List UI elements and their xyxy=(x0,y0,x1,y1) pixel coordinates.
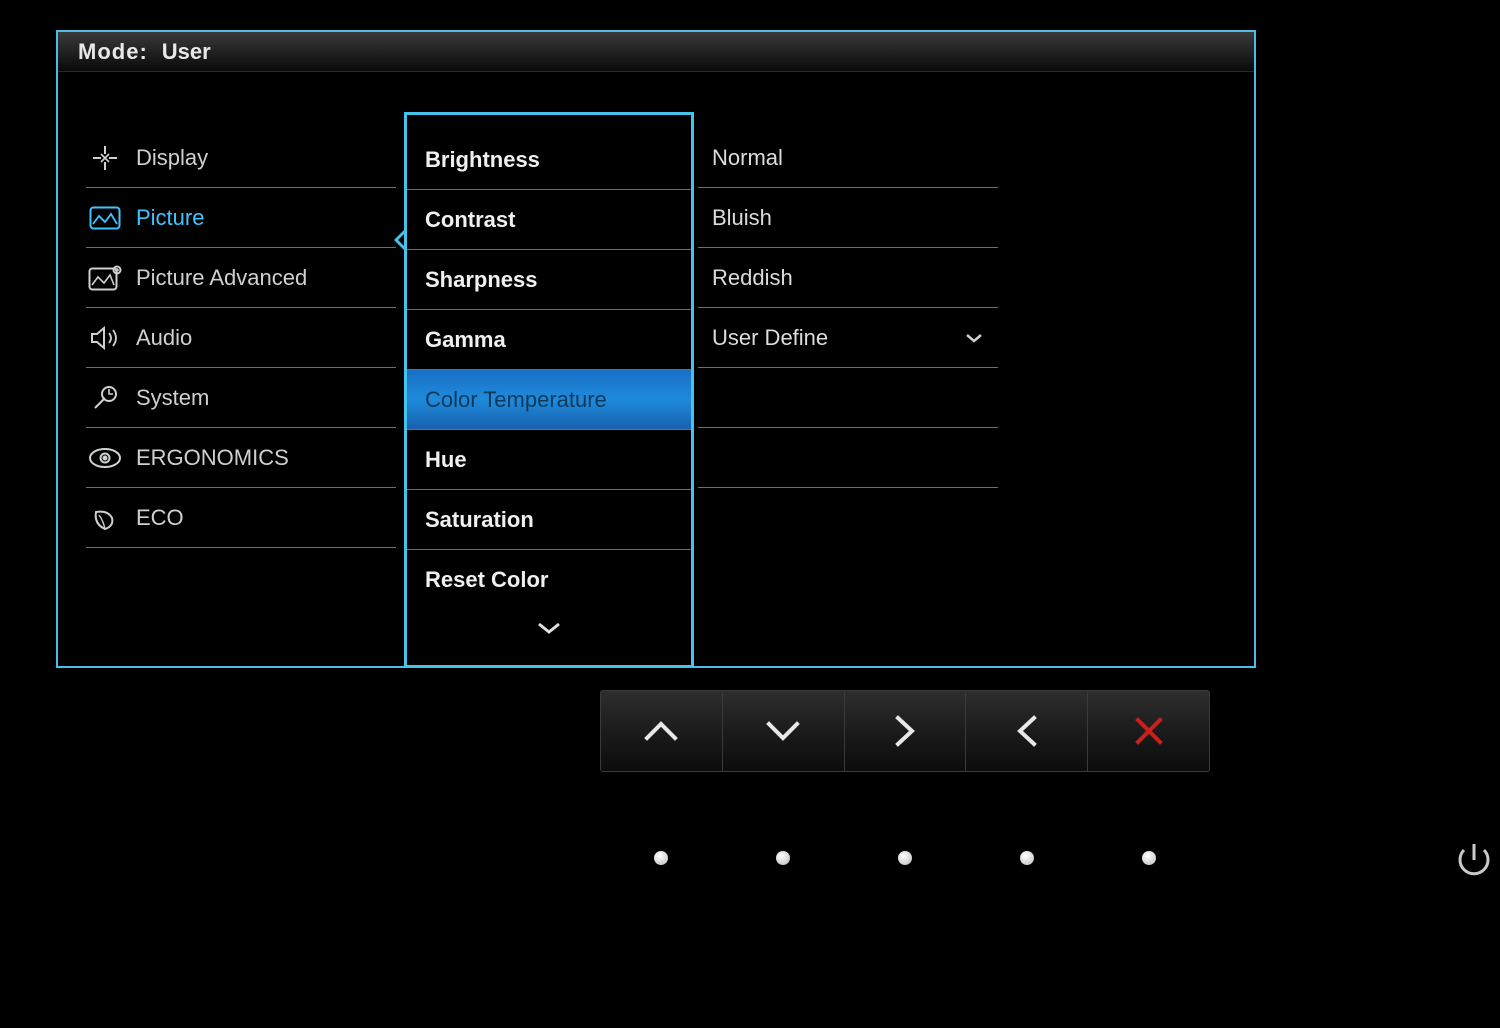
sub-label: Contrast xyxy=(425,207,515,233)
system-icon xyxy=(86,383,124,413)
display-icon xyxy=(86,143,124,173)
nav-up[interactable] xyxy=(601,691,723,771)
picture-icon xyxy=(86,203,124,233)
chevron-right-icon xyxy=(890,714,920,748)
sub-label: Gamma xyxy=(425,327,506,353)
menu-item-picture[interactable]: Picture xyxy=(86,188,396,248)
picture-advanced-icon xyxy=(86,263,124,293)
main-menu: Display Picture xyxy=(86,128,396,548)
menu-item-display[interactable]: Display xyxy=(86,128,396,188)
nav-left[interactable] xyxy=(966,691,1088,771)
chevron-down-icon xyxy=(536,620,562,636)
indicator-dot xyxy=(898,851,912,865)
nav-cancel[interactable] xyxy=(1088,691,1209,771)
option-label: Normal xyxy=(712,145,783,171)
sub-item-reset-color[interactable]: Reset Color xyxy=(407,550,691,610)
osd-header: Mode: User xyxy=(58,32,1254,72)
option-empty xyxy=(698,368,998,428)
chevron-left-icon xyxy=(1012,714,1042,748)
menu-item-audio[interactable]: Audio xyxy=(86,308,396,368)
menu-item-picture-advanced[interactable]: Picture Advanced xyxy=(86,248,396,308)
eco-icon xyxy=(86,503,124,533)
menu-label: Picture Advanced xyxy=(136,265,396,291)
sub-item-sharpness[interactable]: Sharpness xyxy=(407,250,691,310)
sub-label: Reset Color xyxy=(425,567,548,593)
audio-icon xyxy=(86,323,124,353)
nav-bar xyxy=(600,690,1210,772)
osd-body: Display Picture xyxy=(58,72,1254,666)
chevron-down-icon xyxy=(964,331,984,345)
sub-item-saturation[interactable]: Saturation xyxy=(407,490,691,550)
sub-label: Brightness xyxy=(425,147,540,173)
menu-label: ECO xyxy=(136,505,396,531)
menu-item-ergonomics[interactable]: ERGONOMICS xyxy=(86,428,396,488)
ergonomics-icon xyxy=(86,443,124,473)
sub-label: Saturation xyxy=(425,507,534,533)
menu-item-eco[interactable]: ECO xyxy=(86,488,396,548)
sub-item-gamma[interactable]: Gamma xyxy=(407,310,691,370)
osd-window: Mode: User Display xyxy=(56,30,1256,668)
mode-label: Mode: xyxy=(78,39,148,65)
sub-label: Color Temperature xyxy=(425,387,607,413)
sub-label: Sharpness xyxy=(425,267,538,293)
indicator-dot xyxy=(654,851,668,865)
indicator-dots xyxy=(600,838,1210,878)
sub-menu: Brightness Contrast Sharpness Gamma Colo… xyxy=(404,112,694,668)
indicator-dot xyxy=(1020,851,1034,865)
close-icon xyxy=(1132,714,1166,748)
sub-label: Hue xyxy=(425,447,467,473)
menu-label: ERGONOMICS xyxy=(136,445,396,471)
sub-item-brightness[interactable]: Brightness xyxy=(407,130,691,190)
option-label: Bluish xyxy=(712,205,772,231)
sub-item-hue[interactable]: Hue xyxy=(407,430,691,490)
menu-label: Picture xyxy=(136,205,396,231)
power-icon xyxy=(1452,838,1496,882)
option-bluish[interactable]: Bluish xyxy=(698,188,998,248)
option-empty xyxy=(698,428,998,488)
option-user-define[interactable]: User Define xyxy=(698,308,998,368)
submenu-scroll-down[interactable] xyxy=(407,610,691,646)
nav-down[interactable] xyxy=(723,691,845,771)
option-label: User Define xyxy=(712,325,828,351)
mode-value: User xyxy=(162,39,211,65)
option-reddish[interactable]: Reddish xyxy=(698,248,998,308)
chevron-up-icon xyxy=(641,716,681,746)
menu-label: System xyxy=(136,385,396,411)
power-button[interactable] xyxy=(1444,830,1500,890)
indicator-dot xyxy=(1142,851,1156,865)
nav-right[interactable] xyxy=(845,691,967,771)
menu-label: Audio xyxy=(136,325,396,351)
sub-item-contrast[interactable]: Contrast xyxy=(407,190,691,250)
options-list: Normal Bluish Reddish User Define xyxy=(698,128,998,488)
menu-item-system[interactable]: System xyxy=(86,368,396,428)
chevron-down-icon xyxy=(763,716,803,746)
menu-label: Display xyxy=(136,145,396,171)
indicator-dot xyxy=(776,851,790,865)
option-normal[interactable]: Normal xyxy=(698,128,998,188)
option-label: Reddish xyxy=(712,265,793,291)
sub-item-color-temperature[interactable]: Color Temperature xyxy=(407,370,691,430)
